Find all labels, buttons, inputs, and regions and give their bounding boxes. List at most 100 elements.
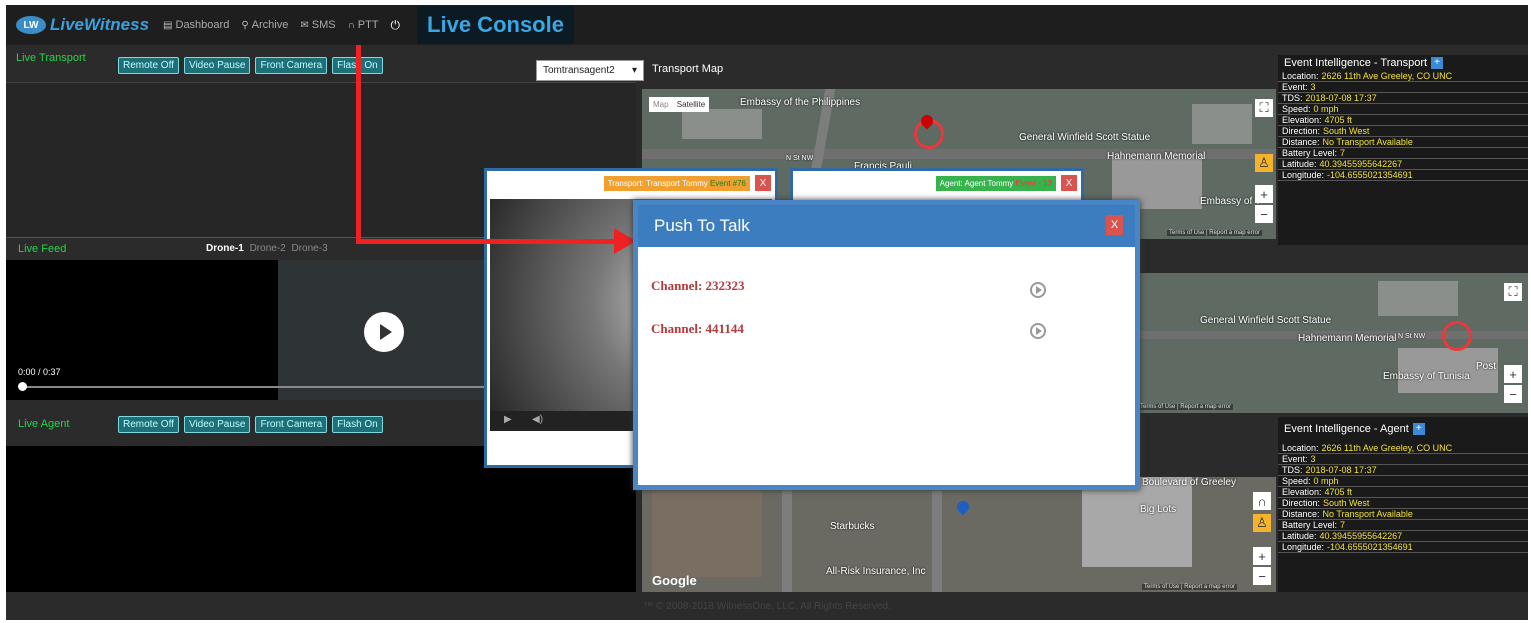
live-feed-video[interactable]: 0:00 / 0:37 <box>6 260 486 400</box>
top-navbar: LW LiveWitness ▤ Dashboard ⚲ Archive ✉ SMS … <box>6 5 1528 45</box>
map-label-embassy: Embassy of T <box>1200 196 1261 207</box>
agent-info-value: South West <box>1323 498 1370 508</box>
agent-remote-off-button[interactable]: Remote Off <box>118 416 179 433</box>
map-pin-icon[interactable] <box>954 498 972 516</box>
video-progress-track[interactable] <box>21 386 486 388</box>
live-transport-label: Live Transport <box>16 52 86 64</box>
agent-info-key: Speed: <box>1282 476 1311 486</box>
agent-info-key: Latitude: <box>1282 531 1317 541</box>
play-icon[interactable]: ▶ <box>504 414 512 425</box>
channel-1-play-button[interactable] <box>1030 282 1046 298</box>
nav-dashboard-label: Dashboard <box>175 19 230 31</box>
ptt-close-button[interactable]: X <box>1106 215 1123 235</box>
nav-sms[interactable]: ✉ SMS <box>300 19 335 31</box>
agent-video-pause-button[interactable]: Video Pause <box>183 416 251 433</box>
page-title: Live Console <box>417 6 574 44</box>
power-button[interactable]: ⏻ <box>391 18 404 33</box>
map2-report-link[interactable]: Report a map error <box>1180 404 1231 410</box>
agent-info-row: Location: 2626 11th Ave Greeley, CO UNC <box>1278 443 1528 454</box>
footer: ™ © 2008-2018 WitnessOne, LLC. All Right… <box>6 592 1528 620</box>
fullscreen-icon[interactable]: ⛶ <box>1255 99 1273 117</box>
logo[interactable]: LW LiveWitness <box>16 15 149 35</box>
power-icon: ⏻ <box>390 17 401 32</box>
volume-icon[interactable]: ◀) <box>532 414 543 425</box>
annotation-arrow-horizontal <box>356 239 616 244</box>
transport-select[interactable]: Tomtransagent2 ▾ <box>536 60 644 81</box>
agent-info-value: 3 <box>1310 454 1316 464</box>
event-transport-header: Event Intelligence - Transport + <box>1278 55 1528 71</box>
map-label-winfield: General Winfield Scott Statue <box>1019 132 1151 143</box>
agent-location-marker[interactable] <box>1442 321 1472 351</box>
nav-archive[interactable]: ⚲ Archive <box>241 19 288 31</box>
tilt-icon[interactable]: ∩ <box>1253 492 1271 510</box>
zoom-in-button[interactable]: + <box>1255 185 1273 203</box>
pegman-icon[interactable]: ♙ <box>1255 154 1273 172</box>
expand-button[interactable]: + <box>1431 57 1444 69</box>
transport-info-value: -104.6555021354691 <box>1327 170 1413 180</box>
headset-icon: ∩ <box>347 19 355 31</box>
transport-info-row: Speed: 0 mph <box>1278 104 1528 115</box>
pegman-icon[interactable]: ♙ <box>1253 514 1271 532</box>
nav-ptt[interactable]: ∩ PTT <box>348 19 379 31</box>
zoom-out-button[interactable]: − <box>1504 385 1522 403</box>
agent-info-key: Event: <box>1282 454 1308 464</box>
zoom-out-button[interactable]: − <box>1255 205 1273 223</box>
map-type-toggle[interactable]: Map Satellite <box>649 97 710 112</box>
zoom-out-button[interactable]: − <box>1253 567 1271 585</box>
zoom-in-button[interactable]: + <box>1253 547 1271 565</box>
tab-drone-3[interactable]: Drone-3 <box>292 243 328 254</box>
transport-info-row: Latitude: 40.39455955642267 <box>1278 159 1528 170</box>
map2-terms-link[interactable]: Terms of Use <box>1140 404 1175 410</box>
video-scrubber[interactable] <box>18 382 27 391</box>
agent-info-key: Longitude: <box>1282 542 1325 552</box>
agent-info-row: Distance: No Transport Available <box>1278 509 1528 520</box>
nav-dashboard[interactable]: ▤ Dashboard <box>163 19 229 31</box>
agent-controls: Remote Off Video Pause Front Camera Flas… <box>118 416 388 433</box>
event-agent-title: Event Intelligence - Agent <box>1284 423 1409 435</box>
drone-tabs: Drone-1 Drone-2 Drone-3 <box>206 243 328 254</box>
transport-popup-close-button[interactable]: X <box>755 175 771 191</box>
transport-video-pause-button[interactable]: Video Pause <box>183 57 251 74</box>
agent-info-row: Latitude: 40.39455955642267 <box>1278 531 1528 542</box>
transport-info-key: Direction: <box>1282 126 1321 136</box>
google-logo: Google <box>652 573 697 588</box>
map-type-satellite[interactable]: Satellite <box>677 100 705 109</box>
video-time: 0:00 / 0:37 <box>18 367 61 377</box>
transport-info-key: Longitude: <box>1282 170 1325 180</box>
annotation-arrow-vertical <box>356 45 361 243</box>
agent-popup-close-button[interactable]: X <box>1061 175 1077 191</box>
agent-map[interactable]: Starbucks All-Risk Insurance, Inc Big Lo… <box>642 477 1276 592</box>
channel-2-play-button[interactable] <box>1030 323 1046 339</box>
agent-map-report-link[interactable]: Report a map error <box>1184 584 1235 590</box>
play-button[interactable] <box>364 312 404 352</box>
tab-drone-2[interactable]: Drone-2 <box>250 243 286 254</box>
agent-info-row: Longitude: -104.6555021354691 <box>1278 542 1528 553</box>
transport-map-title: Transport Map <box>652 63 724 75</box>
map2-label-hahnemann: Hahnemann Memorial <box>1298 333 1397 344</box>
agent-map-label-allrisk: All-Risk Insurance, Inc <box>826 566 926 577</box>
zoom-in-button[interactable]: + <box>1504 365 1522 383</box>
chevron-down-icon: ▾ <box>631 65 637 76</box>
transport-info-row: TDS: 2018-07-08 17:37 <box>1278 93 1528 104</box>
expand-button[interactable]: + <box>1412 423 1425 435</box>
map-type-map[interactable]: Map <box>653 100 669 109</box>
map-report-link[interactable]: Report a map error <box>1209 230 1260 236</box>
push-to-talk-dialog[interactable]: Push To Talk X Channel: 232323 Channel: … <box>633 200 1140 490</box>
logo-text: LiveWitness <box>50 15 150 34</box>
map-pin-icon: ⚲ <box>241 19 249 31</box>
map-terms-link[interactable]: Terms of Use <box>1169 230 1204 236</box>
transport-remote-off-button[interactable]: Remote Off <box>118 57 179 74</box>
transport-info-value: No Transport Available <box>1322 137 1413 147</box>
secondary-map[interactable]: General Winfield Scott Statue Hahnemann … <box>1138 273 1528 413</box>
transport-info-value: 7 <box>1340 148 1346 158</box>
transport-info-value: South West <box>1323 126 1370 136</box>
agent-info-value: -104.6555021354691 <box>1327 542 1413 552</box>
map2-label-winfield: General Winfield Scott Statue <box>1200 315 1332 326</box>
fullscreen-icon[interactable]: ⛶ <box>1504 283 1522 301</box>
agent-flash-on-button[interactable]: Flash On <box>332 416 383 433</box>
agent-front-camera-button[interactable]: Front Camera <box>255 416 328 433</box>
transport-info-row: Battery Level: 7 <box>1278 148 1528 159</box>
tab-drone-1[interactable]: Drone-1 <box>206 243 244 254</box>
transport-front-camera-button[interactable]: Front Camera <box>255 57 328 74</box>
agent-map-terms-link[interactable]: Terms of Use <box>1144 584 1179 590</box>
